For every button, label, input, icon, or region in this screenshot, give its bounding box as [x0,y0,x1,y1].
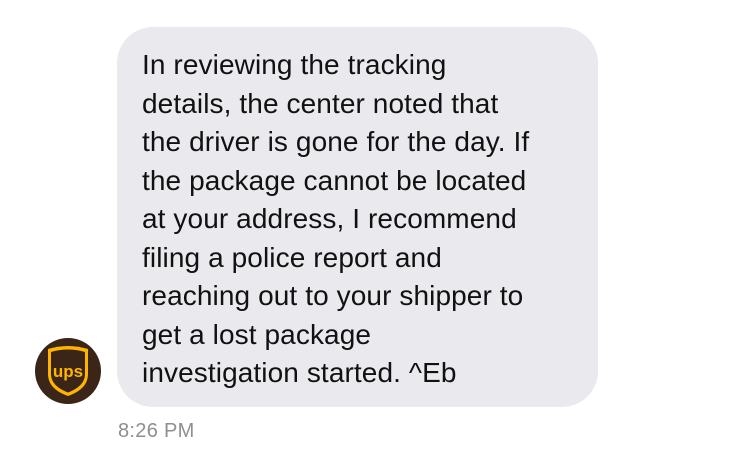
ups-logo-text: ups [53,362,83,381]
message-line: In reviewing the tracking [142,49,447,80]
message-thread: ups In reviewing the tracking details, t… [0,0,735,460]
message-line: filing a police report and [142,241,442,273]
message-bubble[interactable]: In reviewing the tracking details, the c… [117,27,598,407]
message-line: details, the center noted that [142,87,499,119]
sender-avatar[interactable]: ups [35,338,101,404]
message-line: get a lost package [142,318,372,350]
message-line: reaching out to your shipper to [142,280,524,311]
message-line: at your address, I recommend [142,203,517,234]
message-timestamp: 8:26 PM [118,420,195,442]
message-line: investigation started. ^Eb [142,357,457,388]
ups-shield-logo-icon: ups [48,346,88,396]
message-line: the package cannot be located [142,164,527,196]
message-line: the driver is gone for the day. If [142,126,530,157]
message-text: In reviewing the tracking details, the c… [142,46,576,393]
